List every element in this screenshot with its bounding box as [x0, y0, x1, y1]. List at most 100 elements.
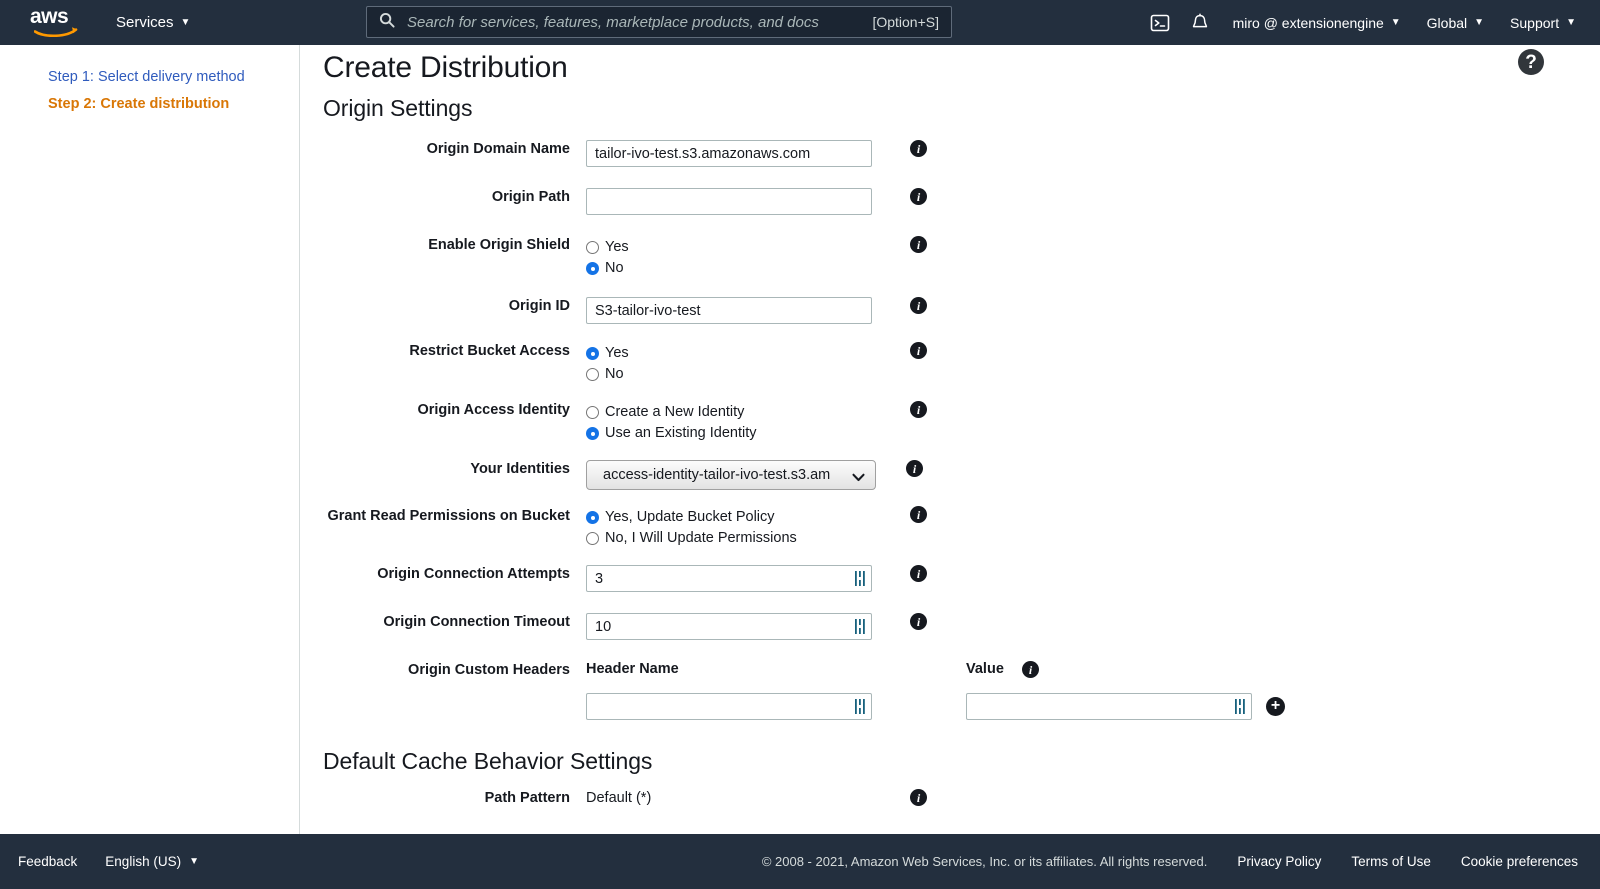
enable-origin-shield-radio-group: Yes No: [586, 236, 872, 279]
support-menu-button[interactable]: Support ▼: [1497, 0, 1600, 45]
feedback-link[interactable]: Feedback: [18, 854, 77, 869]
services-menu-button[interactable]: Services ▼: [116, 14, 190, 31]
radio-option-will-update-permissions[interactable]: No, I Will Update Permissions: [586, 528, 872, 549]
search-input[interactable]: [405, 12, 873, 32]
info-icon-origin-access-identity[interactable]: i: [910, 401, 927, 418]
info-icon-origin-domain-name[interactable]: i: [910, 140, 927, 157]
grant-read-permissions-label: Grant Read Permissions on Bucket: [327, 508, 570, 524]
notifications-bell-icon: [1192, 12, 1207, 27]
radio-option-restrict-no[interactable]: No: [586, 364, 872, 385]
cloudshell-button[interactable]: [1140, 0, 1180, 45]
aws-logo[interactable]: aws: [30, 6, 82, 39]
top-navigation-right-group: miro @ extensionengine ▼ Global ▼ Suppor…: [1140, 0, 1600, 45]
notifications-button[interactable]: [1180, 0, 1220, 45]
radio-label: Yes: [605, 345, 629, 361]
help-button[interactable]: ?: [1518, 49, 1544, 75]
cookie-preferences-link[interactable]: Cookie preferences: [1461, 854, 1578, 869]
main-content-area: ? Create Distribution Origin Settings Or…: [301, 45, 1600, 834]
restrict-bucket-access-radio-group: Yes No: [586, 342, 872, 385]
add-custom-header-button[interactable]: +: [1266, 697, 1285, 716]
services-menu-label: Services: [116, 14, 174, 31]
custom-header-value-input[interactable]: [966, 693, 1252, 720]
terms-of-use-link[interactable]: Terms of Use: [1351, 854, 1431, 869]
sidebar-step-select-delivery-method[interactable]: Step 1: Select delivery method: [0, 64, 299, 91]
field-row-grant-read-permissions: Grant Read Permissions on Bucket Yes, Up…: [301, 506, 1600, 549]
origin-custom-headers-label: Origin Custom Headers: [408, 662, 570, 678]
info-icon-origin-path[interactable]: i: [910, 188, 927, 205]
info-icon-path-pattern[interactable]: i: [910, 789, 927, 806]
radio-option-restrict-yes[interactable]: Yes: [586, 343, 872, 364]
sidebar-step-create-distribution: Step 2: Create distribution: [0, 91, 299, 118]
chevron-down-icon: ▼: [1566, 16, 1576, 28]
info-icon-enable-origin-shield[interactable]: i: [910, 236, 927, 253]
enable-origin-shield-label: Enable Origin Shield: [428, 237, 570, 253]
origin-settings-heading: Origin Settings: [323, 95, 473, 121]
search-shortcut-hint: [Option+S]: [872, 14, 939, 30]
privacy-policy-link[interactable]: Privacy Policy: [1237, 854, 1321, 869]
radio-icon-selected: [586, 262, 599, 275]
field-row-your-identities: Your Identities access-identity-tailor-i…: [301, 460, 1600, 490]
field-row-origin-custom-headers-inputs: +: [301, 693, 1600, 720]
field-row-origin-custom-headers-columns: Origin Custom Headers Header Name Value …: [301, 661, 1600, 679]
origin-domain-name-input[interactable]: [586, 140, 872, 167]
origin-access-identity-label: Origin Access Identity: [417, 402, 570, 418]
region-menu-button[interactable]: Global ▼: [1414, 0, 1497, 45]
info-icon-origin-connection-timeout[interactable]: i: [910, 613, 927, 630]
your-identities-select[interactable]: access-identity-tailor-ivo-test.s3.am: [586, 460, 876, 490]
page-footer: Feedback English (US) ▼ © 2008 - 2021, A…: [0, 834, 1600, 889]
origin-access-identity-radio-group: Create a New Identity Use an Existing Id…: [586, 401, 872, 444]
info-icon-origin-connection-attempts[interactable]: i: [910, 565, 927, 582]
radio-label: No: [605, 260, 624, 276]
account-menu-button[interactable]: miro @ extensionengine ▼: [1220, 0, 1414, 45]
your-identities-label: Your Identities: [470, 461, 570, 477]
origin-connection-timeout-input[interactable]: [586, 613, 872, 640]
default-cache-behavior-heading: Default Cache Behavior Settings: [323, 748, 653, 774]
origin-connection-attempts-input[interactable]: [586, 565, 872, 592]
radio-icon: [586, 532, 599, 545]
radio-label: No, I Will Update Permissions: [605, 530, 797, 546]
radio-label: Create a New Identity: [605, 404, 745, 420]
wizard-steps-sidebar: Step 1: Select delivery method Step 2: C…: [0, 45, 300, 834]
global-search-bar[interactable]: [Option+S]: [366, 6, 952, 38]
radio-label: Yes: [605, 239, 629, 255]
origin-settings-form: Origin Domain Name i Origin Path i Enabl…: [301, 140, 1600, 720]
radio-option-use-existing-identity[interactable]: Use an Existing Identity: [586, 423, 872, 444]
info-icon-origin-custom-headers[interactable]: i: [1022, 661, 1039, 678]
radio-icon: [586, 368, 599, 381]
restrict-bucket-access-label: Restrict Bucket Access: [409, 343, 570, 359]
origin-connection-attempts-label: Origin Connection Attempts: [377, 566, 570, 582]
info-icon-restrict-bucket-access[interactable]: i: [910, 342, 927, 359]
language-selector[interactable]: English (US) ▼: [105, 854, 199, 869]
custom-header-name-input[interactable]: [586, 693, 872, 720]
top-navigation-bar: aws Services ▼ [Option+S]: [0, 0, 1600, 45]
account-menu-label: miro @ extensionengine: [1232, 14, 1384, 31]
info-icon-your-identities[interactable]: i: [906, 460, 923, 477]
support-menu-label: Support: [1510, 14, 1560, 31]
field-row-origin-connection-timeout: Origin Connection Timeout i: [301, 613, 1600, 640]
field-row-origin-id: Origin ID i: [301, 297, 1600, 324]
info-icon-grant-read-permissions[interactable]: i: [910, 506, 927, 523]
path-pattern-label: Path Pattern: [484, 790, 570, 806]
radio-option-origin-shield-yes[interactable]: Yes: [586, 237, 872, 258]
origin-domain-name-label: Origin Domain Name: [426, 141, 570, 157]
origin-path-input[interactable]: [586, 188, 872, 215]
search-icon: [379, 12, 395, 33]
sidebar-step-label: Step 1: Select delivery method: [48, 69, 245, 85]
origin-id-input[interactable]: [586, 297, 872, 324]
field-row-enable-origin-shield: Enable Origin Shield Yes No i: [301, 236, 1600, 279]
radio-option-update-bucket-policy[interactable]: Yes, Update Bucket Policy: [586, 507, 872, 528]
field-row-origin-path: Origin Path i: [301, 188, 1600, 215]
radio-icon-selected: [586, 427, 599, 440]
language-selector-label: English (US): [105, 854, 182, 869]
chevron-down-icon: ▼: [189, 855, 199, 867]
radio-option-create-new-identity[interactable]: Create a New Identity: [586, 402, 872, 423]
field-row-origin-access-identity: Origin Access Identity Create a New Iden…: [301, 401, 1600, 444]
radio-icon: [586, 406, 599, 419]
copyright-text: © 2008 - 2021, Amazon Web Services, Inc.…: [761, 854, 1208, 869]
info-icon-origin-id[interactable]: i: [910, 297, 927, 314]
field-row-origin-domain-name: Origin Domain Name i: [301, 140, 1600, 167]
radio-icon-selected: [586, 511, 599, 524]
custom-headers-name-column-header: Header Name: [586, 661, 679, 677]
custom-headers-value-column-header: Value: [966, 661, 1004, 677]
radio-option-origin-shield-no[interactable]: No: [586, 258, 872, 279]
